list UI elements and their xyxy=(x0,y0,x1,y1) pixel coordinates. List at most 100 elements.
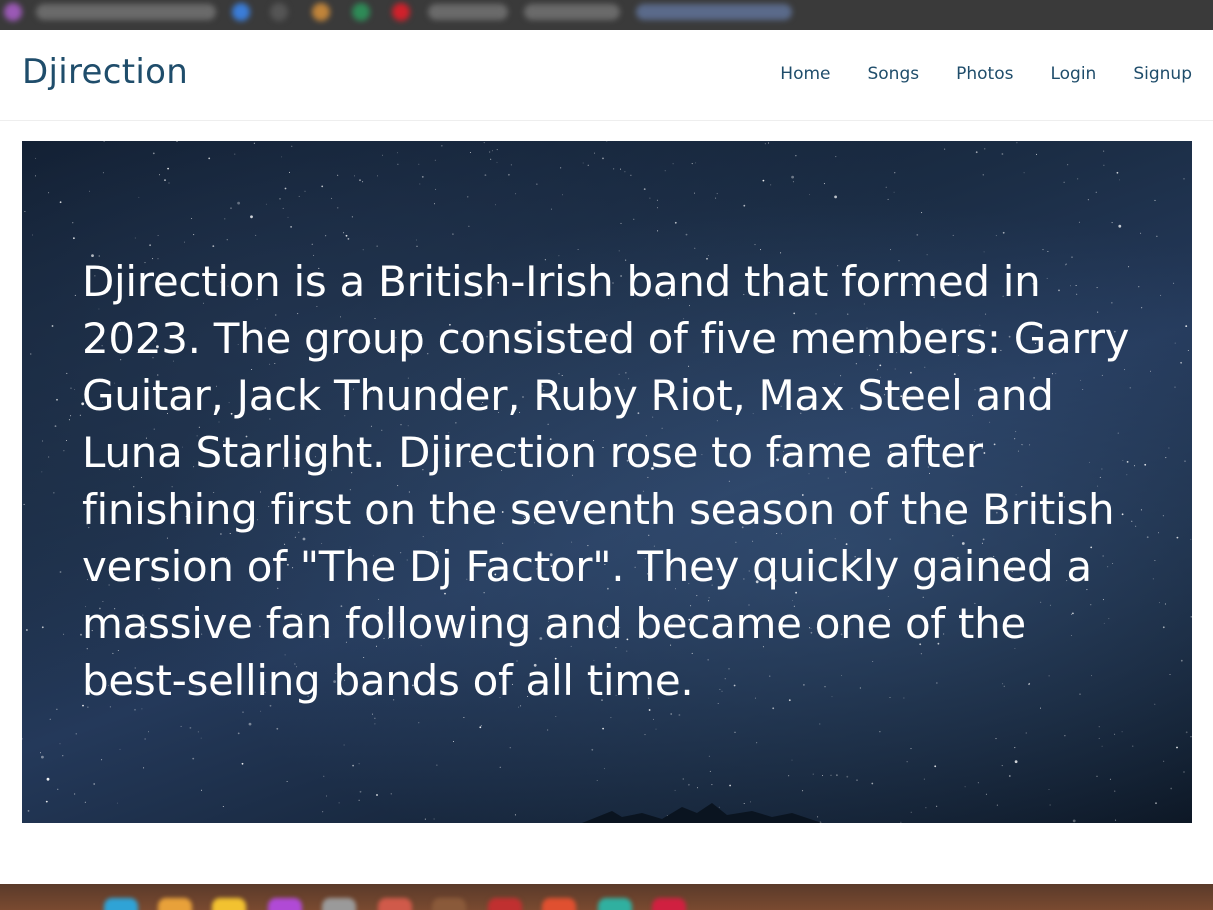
star xyxy=(56,398,58,401)
star xyxy=(674,789,676,791)
star xyxy=(1077,178,1079,180)
star xyxy=(89,190,90,192)
star xyxy=(596,780,598,781)
star xyxy=(22,738,23,740)
dock-app-icon[interactable] xyxy=(104,898,138,910)
os-dock xyxy=(0,884,1213,910)
star xyxy=(74,793,76,795)
dock-app-icon[interactable] xyxy=(268,898,302,910)
star xyxy=(514,814,516,816)
star xyxy=(1162,626,1165,629)
dock-app-icon[interactable] xyxy=(488,898,522,910)
star xyxy=(697,787,698,789)
star xyxy=(985,793,987,795)
nav-link-photos[interactable]: Photos xyxy=(956,64,1013,84)
bookmark-icon xyxy=(352,3,370,21)
star xyxy=(1067,164,1069,166)
bookmark-item[interactable] xyxy=(36,4,216,20)
bookmark-icon xyxy=(392,3,410,21)
star xyxy=(1121,731,1123,733)
dock-app-icon[interactable] xyxy=(652,898,686,910)
star xyxy=(63,450,65,452)
star xyxy=(1184,460,1186,462)
star xyxy=(984,148,986,150)
nav-link-login[interactable]: Login xyxy=(1050,64,1096,84)
star xyxy=(649,197,651,199)
star xyxy=(1115,819,1117,821)
dock-app-icon[interactable] xyxy=(598,898,632,910)
star xyxy=(1118,224,1122,228)
star xyxy=(159,174,160,176)
dock-app-icon[interactable] xyxy=(432,898,466,910)
star xyxy=(834,195,837,199)
star xyxy=(41,471,43,473)
bookmark-item[interactable] xyxy=(524,4,620,20)
dock-app-icon[interactable] xyxy=(158,898,192,910)
bookmark-item[interactable] xyxy=(428,4,508,20)
star xyxy=(1154,199,1156,201)
star xyxy=(390,793,392,795)
star xyxy=(242,711,244,713)
star xyxy=(1001,765,1003,767)
nav-link-home[interactable]: Home xyxy=(780,64,830,84)
star xyxy=(452,233,454,235)
dock-app-icon[interactable] xyxy=(542,898,576,910)
star xyxy=(70,387,72,389)
star xyxy=(66,440,67,441)
star xyxy=(376,245,378,247)
star xyxy=(1146,536,1149,539)
star xyxy=(226,239,228,241)
star xyxy=(836,774,838,777)
star xyxy=(435,188,437,190)
star xyxy=(1150,370,1151,372)
star xyxy=(291,145,293,147)
dock-app-icon[interactable] xyxy=(212,898,246,910)
nav-link-songs[interactable]: Songs xyxy=(867,64,919,84)
star xyxy=(618,250,620,252)
star xyxy=(51,325,54,327)
dock-app-icon[interactable] xyxy=(322,898,356,910)
star xyxy=(491,150,493,152)
star xyxy=(32,234,33,236)
star xyxy=(144,738,146,740)
star xyxy=(134,708,136,711)
star xyxy=(1119,179,1120,181)
nav-link-signup[interactable]: Signup xyxy=(1133,64,1192,84)
star xyxy=(562,194,563,196)
star xyxy=(691,163,693,165)
star xyxy=(1174,386,1176,388)
star xyxy=(1114,790,1116,792)
star xyxy=(1176,746,1178,749)
star xyxy=(167,167,170,170)
bookmark-item[interactable] xyxy=(636,4,792,20)
star xyxy=(1173,282,1175,284)
star xyxy=(515,193,517,195)
star xyxy=(311,243,313,245)
star xyxy=(1095,191,1097,193)
star xyxy=(509,747,511,749)
star xyxy=(788,775,790,777)
star xyxy=(331,197,333,199)
star xyxy=(729,784,731,787)
star xyxy=(1160,294,1162,296)
star xyxy=(1140,232,1142,234)
star xyxy=(397,163,399,165)
brand-logo[interactable]: Djirection xyxy=(22,52,188,92)
star xyxy=(613,168,615,170)
dock-app-icon[interactable] xyxy=(378,898,412,910)
star xyxy=(253,142,255,144)
star xyxy=(709,770,711,772)
star xyxy=(282,207,284,209)
star xyxy=(27,810,30,812)
star xyxy=(900,821,902,823)
star xyxy=(322,811,324,813)
star xyxy=(325,235,327,237)
star xyxy=(1183,771,1185,773)
star xyxy=(496,161,498,163)
star xyxy=(289,171,290,173)
star xyxy=(1025,732,1027,734)
star xyxy=(648,709,651,711)
star xyxy=(201,789,202,791)
star xyxy=(374,723,376,725)
star xyxy=(910,811,912,813)
